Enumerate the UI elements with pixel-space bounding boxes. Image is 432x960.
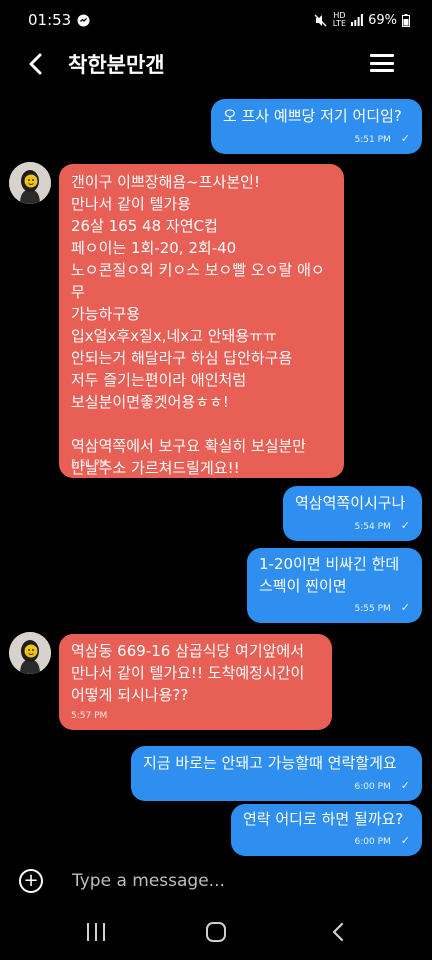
message-received[interactable]: 갠이구 이쁘장해욤~프사본인! 만나서 같이 텔가용 26살 165 48 자연… [59,164,344,478]
chat-header: 착한분만갠 [0,40,432,88]
message-sent[interactable]: 지금 바로는 안돼고 가능할때 연락할게요 6:00 PM ✓ [131,746,422,801]
avatar-image [9,162,51,204]
nav-back-button[interactable] [328,921,350,943]
message-status: ✓ [400,779,410,792]
system-nav-bar [0,904,432,960]
signal-icon [351,14,363,26]
message-sent[interactable]: 1-20이면 비싸긴 한데 스펙이 찐이면 5:55 PM ✓ [247,548,422,623]
message-time: 5:54 PM [354,522,391,532]
back-button[interactable] [22,50,50,78]
message-text: 지금 바로는 안돼고 가능할때 연락할게요 [143,754,397,772]
message-time: 5:51 PM [354,135,391,145]
back-arrow-icon [29,53,42,75]
battery-icon [402,13,410,27]
avatar-image [9,632,51,674]
message-time: 6:00 PM [354,782,391,792]
message-status: ✓ [400,519,410,532]
status-bar: 01:53 HD LTE 69% [0,0,432,40]
message-status: ✓ [400,132,410,145]
message-time: 5:55 PM [354,604,391,614]
message-text: 역삼동 669-16 삼곱식당 여기앞에서 만나서 같이 텔가요!! 도착예정시… [71,642,305,704]
nav-home-button[interactable] [206,922,226,942]
messenger-notification-icon [77,14,90,26]
nav-recent-button[interactable] [87,923,105,941]
network-sub: LTE [332,19,347,28]
add-attachment-button[interactable]: + [19,869,43,893]
menu-button[interactable] [370,51,394,75]
nav-back-icon [332,922,344,942]
message-text: 1-20이면 비싸긴 한데 스펙이 찐이면 [259,555,400,595]
message-composer: + [0,858,432,904]
status-time: 01:53 [28,11,72,29]
message-list[interactable]: 오 프사 예쁘당 저기 어디임? 5:51 PM ✓ 갠이구 이쁘장해욤~프사본인… [0,88,432,858]
message-time: 6:00 PM [354,837,391,847]
message-text: 오 프사 예쁘당 저기 어디임? [223,107,402,125]
message-sent[interactable]: 오 프사 예쁘당 저기 어디임? 5:51 PM ✓ [211,99,422,154]
message-sent[interactable]: 역삼역쪽이시구나 5:54 PM ✓ [283,486,422,541]
message-status: ✓ [400,601,410,614]
message-text: 갠이구 이쁘장해욤~프사본인! 만나서 같이 텔가용 26살 165 48 자연… [71,173,325,477]
message-text: 연락 어디로 하면 될까요? [243,810,404,828]
message-sent[interactable]: 연락 어디로 하면 될까요? 6:00 PM ✓ [231,804,422,856]
chat-title: 착한분만갠 [68,53,165,77]
message-status: ✓ [400,834,410,847]
menu-icon [370,54,394,57]
mute-icon [314,14,327,26]
message-time: 5:57 PM [71,711,108,721]
message-received[interactable]: 역삼동 669-16 삼곱식당 여기앞에서 만나서 같이 텔가요!! 도착예정시… [59,634,332,730]
avatar[interactable] [9,162,51,204]
add-icon: + [23,870,39,891]
battery-percent: 69% [368,12,397,28]
message-text: 역삼역쪽이시구나 [295,494,406,512]
message-input[interactable] [72,866,392,896]
message-time: 5:51 PM [71,459,108,469]
nav-recent-icon [87,923,89,941]
avatar[interactable] [9,632,51,674]
messenger-screen: 01:53 HD LTE 69% 착한분만갠 오 프사 예쁘당 저기 어디임? … [0,0,432,960]
